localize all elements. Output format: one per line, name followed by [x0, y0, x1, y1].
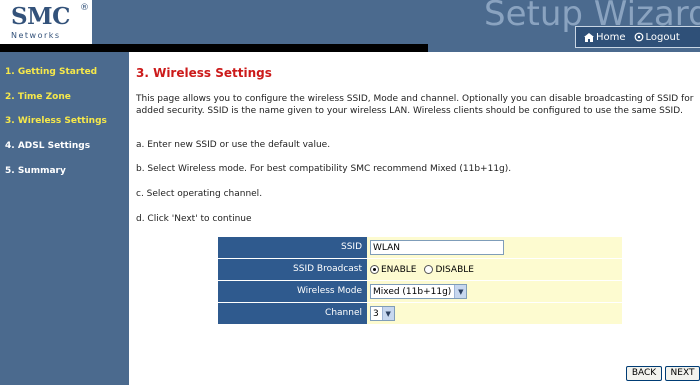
logo: SMC ® Networks [0, 0, 92, 44]
sidebar: 1. Getting Started 2. Time Zone 3. Wirel… [0, 52, 129, 385]
sidebar-item-time-zone[interactable]: 2. Time Zone [5, 92, 71, 102]
step-c-text: c. Select operating channel. [136, 189, 263, 199]
ssid-label: SSID [218, 237, 367, 258]
back-button[interactable]: BACK [626, 366, 662, 381]
registered-mark: ® [80, 3, 89, 13]
logout-icon [634, 32, 643, 42]
ssid-input[interactable] [370, 240, 504, 255]
sidebar-item-summary[interactable]: 5. Summary [5, 166, 66, 176]
chevron-down-icon: ▼ [381, 307, 394, 320]
sidebar-item-adsl-settings[interactable]: 4. ADSL Settings [5, 141, 90, 151]
channel-label: Channel [218, 303, 367, 324]
sidebar-item-getting-started[interactable]: 1. Getting Started [5, 67, 97, 77]
wireless-mode-value: Mixed (11b+11g) [373, 286, 452, 297]
home-link[interactable]: Home [584, 32, 626, 43]
wireless-mode-label: Wireless Mode [218, 281, 367, 302]
logout-link[interactable]: Logout [634, 32, 680, 43]
ssid-broadcast-row: SSID Broadcast ENABLE DISABLE [218, 259, 622, 281]
broadcast-enable-radio[interactable]: ENABLE [370, 265, 416, 275]
channel-select[interactable]: 3 ▼ [370, 306, 395, 321]
chevron-down-icon: ▼ [454, 285, 467, 298]
logo-text: SMC [11, 3, 70, 30]
logo-subtitle: Networks [11, 31, 61, 40]
channel-value: 3 [373, 308, 379, 319]
radio-unselected-icon [424, 265, 434, 274]
page-title: 3. Wireless Settings [136, 66, 272, 80]
next-button[interactable]: NEXT [665, 366, 700, 381]
main-content: 3. Wireless Settings This page allows yo… [129, 52, 700, 385]
wireless-form: SSID SSID Broadcast ENABLE DISABLE Wirel… [218, 237, 622, 325]
broadcast-enable-label: ENABLE [381, 264, 417, 275]
header: SMC ® Networks Setup Wizard Home Logout [0, 0, 700, 52]
header-divider [0, 44, 428, 52]
wireless-mode-select[interactable]: Mixed (11b+11g) ▼ [370, 284, 468, 299]
home-icon [584, 32, 594, 42]
step-d-text: d. Click 'Next' to continue [136, 214, 252, 224]
step-a-text: a. Enter new SSID or use the default val… [136, 140, 331, 150]
ssid-row: SSID [218, 237, 622, 259]
ssid-broadcast-label: SSID Broadcast [218, 259, 367, 280]
step-b-text: b. Select Wireless mode. For best compat… [136, 164, 512, 174]
wireless-mode-row: Wireless Mode Mixed (11b+11g) ▼ [218, 281, 622, 303]
channel-row: Channel 3 ▼ [218, 303, 622, 325]
home-label: Home [596, 31, 626, 43]
intro-text: This page allows you to configure the wi… [136, 94, 694, 116]
top-nav: Home Logout [575, 26, 700, 48]
radio-selected-icon [370, 265, 379, 274]
sidebar-item-wireless-settings[interactable]: 3. Wireless Settings [5, 116, 107, 126]
broadcast-disable-radio[interactable]: DISABLE [424, 265, 474, 275]
logout-label: Logout [645, 31, 680, 43]
broadcast-disable-label: DISABLE [435, 264, 474, 275]
